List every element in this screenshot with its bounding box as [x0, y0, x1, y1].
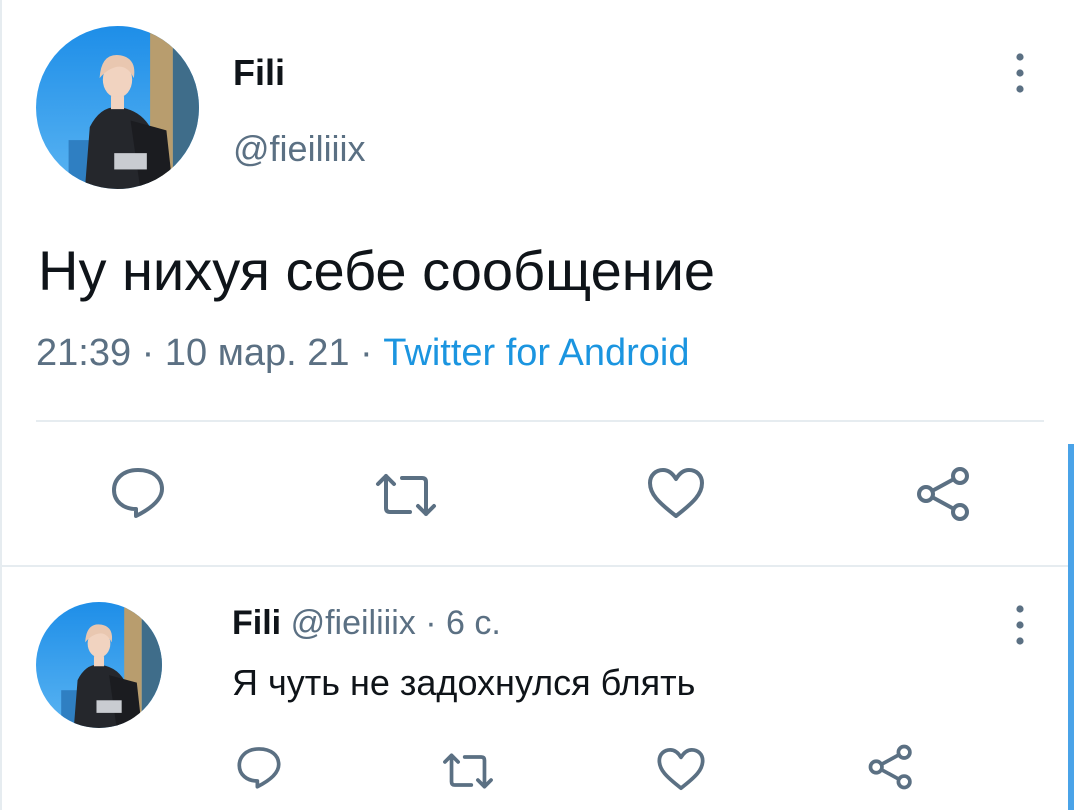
tweet-time[interactable]: 21:39	[36, 332, 131, 374]
tweet-date[interactable]: 10 мар. 21	[165, 332, 350, 374]
divider	[36, 420, 1044, 422]
reply-handle[interactable]: @fieiliiix	[291, 604, 416, 642]
reply-age[interactable]: 6 с.	[446, 604, 501, 642]
tweet-source-link[interactable]: Twitter for Android	[383, 332, 689, 374]
retweet-icon[interactable]	[372, 470, 440, 520]
more-vertical-icon[interactable]	[1010, 602, 1030, 648]
reply-icon[interactable]	[234, 744, 284, 790]
avatar-photo	[36, 602, 162, 728]
left-edge	[0, 0, 2, 810]
tweet-meta: 21:39 · 10 мар. 21 · Twitter for Android	[36, 332, 690, 375]
meta-separator: ·	[131, 332, 165, 374]
avatar-photo	[36, 26, 199, 189]
section-divider	[0, 565, 1068, 567]
reply-icon[interactable]	[108, 464, 168, 520]
retweet-icon[interactable]	[440, 750, 496, 792]
meta-separator: ·	[415, 604, 446, 642]
reply-text: Я чуть не задохнулся блять	[232, 662, 696, 703]
handle[interactable]: @fieiliiix	[233, 128, 366, 170]
meta-separator: ·	[349, 332, 384, 374]
share-icon[interactable]	[866, 744, 916, 790]
reply-header: Fili @fieiliiix · 6 с.	[232, 604, 501, 643]
reply-display-name[interactable]: Fili	[232, 604, 281, 642]
like-icon[interactable]	[656, 746, 706, 792]
display-name[interactable]: Fili	[233, 52, 285, 94]
avatar[interactable]	[36, 26, 199, 189]
scroll-indicator[interactable]	[1068, 444, 1074, 810]
share-icon[interactable]	[914, 466, 974, 522]
reply-avatar[interactable]	[36, 602, 162, 728]
like-icon[interactable]	[646, 466, 706, 520]
tweet-text: Ну нихуя себе сообщение	[38, 239, 716, 302]
more-vertical-icon[interactable]	[1010, 50, 1030, 96]
